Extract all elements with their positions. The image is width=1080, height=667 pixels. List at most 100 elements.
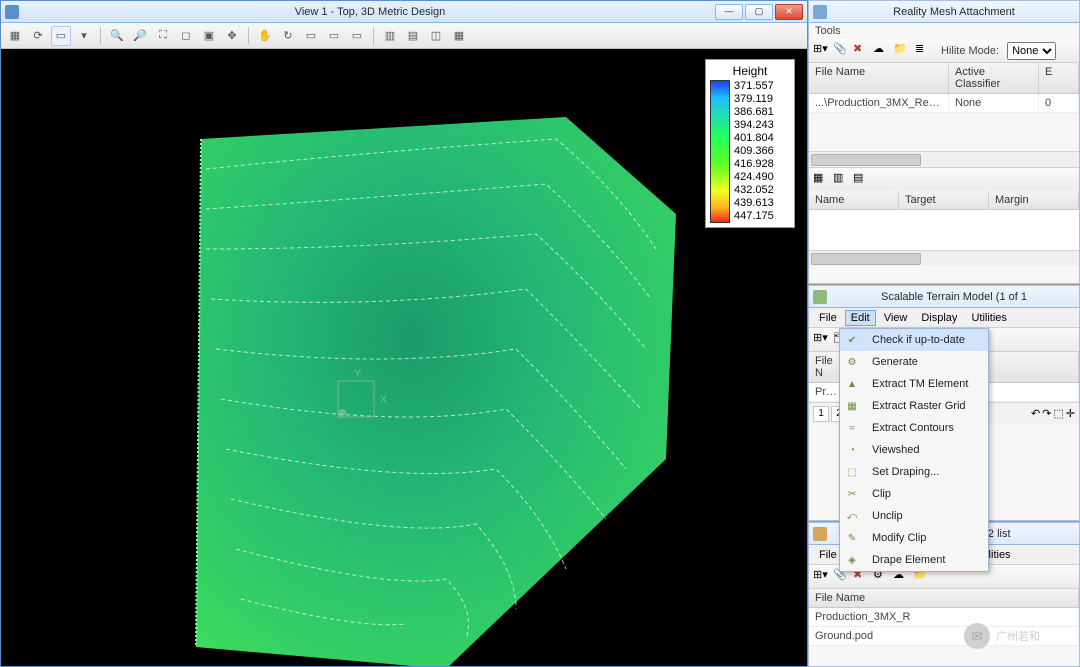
main-title: View 1 - Top, 3D Metric Design — [25, 6, 715, 18]
app-icon — [5, 5, 19, 19]
tree-icon[interactable]: ⊞▾ — [813, 331, 831, 349]
maximize-button[interactable] — [745, 4, 773, 20]
col-filename[interactable]: File Name — [809, 63, 949, 93]
terrain-mesh: Y X — [146, 99, 706, 666]
modify-clip-icon: ✎ — [844, 530, 860, 546]
zoom-window-icon[interactable]: ◻ — [176, 26, 196, 46]
hilite-select[interactable]: None — [1007, 42, 1056, 60]
grab-icon[interactable]: ✋ — [255, 26, 275, 46]
menu-file[interactable]: File — [813, 310, 843, 326]
table-row[interactable]: Ground.pod — [809, 627, 1079, 646]
tree-icon[interactable]: ⊞▾ — [813, 568, 831, 586]
refresh-icon[interactable]: ↻ — [278, 26, 298, 46]
mi-modify-clip[interactable]: ✎Modify Clip — [840, 527, 988, 549]
view-box2-icon[interactable]: ▭ — [324, 26, 344, 46]
mi-drape-element[interactable]: ◈Drape Element — [840, 549, 988, 571]
layout3-icon[interactable]: ◫ — [426, 26, 446, 46]
section-icon1[interactable]: ▦ — [813, 171, 831, 189]
height-legend: Height 371.557 379.119 386.681 394.243 4… — [705, 59, 795, 228]
folder-icon[interactable]: 📁 — [893, 42, 911, 60]
section-icon2[interactable]: ▥ — [833, 171, 851, 189]
mi-extract-raster[interactable]: ▦Extract Raster Grid — [840, 395, 988, 417]
svg-text:X: X — [380, 394, 388, 406]
rotate-tool-icon[interactable]: ⟳ — [28, 26, 48, 46]
tools-label: Tools — [809, 23, 1079, 39]
viewshed-icon: ◔ — [844, 442, 860, 458]
3d-viewport[interactable]: Y X Height 371.557 379.119 386.681 394.2… — [1, 49, 807, 666]
legend-colorbar — [710, 80, 730, 223]
pan-icon[interactable]: ✥ — [222, 26, 242, 46]
drape-icon: ◈ — [844, 552, 860, 568]
reality-grid: File Name Active Classifier E ...\Produc… — [809, 63, 1079, 113]
generate-icon: ⚙ — [844, 354, 860, 370]
mi-viewshed[interactable]: ◔Viewshed — [840, 439, 988, 461]
cloud-icon[interactable]: ☁ — [873, 42, 891, 60]
attach-icon[interactable]: 📎 — [833, 42, 851, 60]
section-icon3[interactable]: ▤ — [853, 171, 871, 189]
mi-set-draping[interactable]: ⬚Set Draping... — [840, 461, 988, 483]
mi-check-uptodate[interactable]: ✔Check if up-to-date — [840, 329, 988, 351]
tree-icon[interactable]: ⊞▾ — [813, 42, 831, 60]
mi-unclip[interactable]: ⤺Unclip — [840, 505, 988, 527]
p-icon3[interactable]: ⬚ — [1053, 407, 1063, 420]
col-name[interactable]: Name — [809, 191, 899, 209]
contours-icon: ≈ — [844, 420, 860, 436]
col-target[interactable]: Target — [899, 191, 989, 209]
panel-icon — [813, 527, 827, 541]
layers-icon[interactable]: ≣ — [915, 42, 933, 60]
main-titlebar: View 1 - Top, 3D Metric Design — [1, 1, 807, 23]
reality-mesh-panel: Reality Mesh Attachment Tools ⊞▾ 📎 ✖ ☁ 📁… — [808, 0, 1080, 284]
main-toolbar: ▦ ⟳ ▭ ▾ 🔍 🔎 ⛶ ◻ ▣ ✥ ✋ ↻ ▭ ▭ ▭ ▥ ▤ ◫ ▦ — [1, 23, 807, 49]
minimize-button[interactable] — [715, 4, 743, 20]
view-box1-icon[interactable]: ▭ — [301, 26, 321, 46]
extract-tm-icon: ▲ — [844, 376, 860, 392]
mi-extract-tm[interactable]: ▲Extract TM Element — [840, 373, 988, 395]
check-icon: ✔ — [844, 332, 860, 348]
select-tool-icon[interactable]: ▭ — [51, 26, 71, 46]
legend-values: 371.557 379.119 386.681 394.243 401.804 … — [730, 80, 774, 223]
page-1[interactable]: 1 — [813, 406, 829, 422]
table-row[interactable]: Production_3MX_R — [809, 608, 1079, 627]
layout4-icon[interactable]: ▦ — [449, 26, 469, 46]
menu-edit[interactable]: Edit — [845, 310, 876, 326]
hilite-label: Hilite Mode: — [935, 43, 1005, 59]
menu-view[interactable]: View — [878, 310, 914, 326]
col-classifier[interactable]: Active Classifier — [949, 63, 1039, 93]
col-margin[interactable]: Margin — [989, 191, 1079, 209]
layout2-icon[interactable]: ▤ — [403, 26, 423, 46]
zoom-out-icon[interactable]: 🔎 — [130, 26, 150, 46]
menu-display[interactable]: Display — [915, 310, 963, 326]
p-icon2[interactable]: ↷ — [1042, 407, 1051, 420]
legend-title: Height — [710, 64, 790, 78]
view-tool-icon[interactable]: ▦ — [5, 26, 25, 46]
zoom-fit-icon[interactable]: ⛶ — [153, 26, 173, 46]
unclip-icon: ⤺ — [844, 508, 860, 524]
delete-icon[interactable]: ✖ — [853, 42, 871, 60]
reality-toolbar: ⊞▾ 📎 ✖ ☁ 📁 ≣ Hilite Mode: None — [809, 39, 1079, 63]
view-box3-icon[interactable]: ▭ — [347, 26, 367, 46]
h-scrollbar-2[interactable] — [809, 250, 1079, 266]
dropdown-icon[interactable]: ▾ — [74, 26, 94, 46]
menu-utilities[interactable]: Utilities — [965, 310, 1012, 326]
p-icon1[interactable]: ↶ — [1031, 407, 1040, 420]
panel-icon — [813, 5, 827, 19]
zoom-extents-icon[interactable]: ▣ — [199, 26, 219, 46]
zoom-in-icon[interactable]: 🔍 — [107, 26, 127, 46]
main-view-window: View 1 - Top, 3D Metric Design ▦ ⟳ ▭ ▾ 🔍… — [0, 0, 808, 667]
panel-icon — [813, 290, 827, 304]
table-row[interactable]: ...\Production_3MX_Retouched... None 0 — [809, 94, 1079, 113]
mi-clip[interactable]: ✂Clip — [840, 483, 988, 505]
col-e[interactable]: E — [1039, 63, 1079, 93]
edit-dropdown: ✔Check if up-to-date ⚙Generate ▲Extract … — [839, 328, 989, 572]
layout1-icon[interactable]: ▥ — [380, 26, 400, 46]
pc-col-file[interactable]: File Name — [809, 589, 1079, 607]
mi-extract-contours[interactable]: ≈Extract Contours — [840, 417, 988, 439]
h-scrollbar[interactable] — [809, 151, 1079, 167]
p-icon4[interactable]: ✛ — [1066, 407, 1075, 420]
raster-icon: ▦ — [844, 398, 860, 414]
mi-generate[interactable]: ⚙Generate — [840, 351, 988, 373]
terrain-title: Scalable Terrain Model (1 of 1 — [833, 291, 1075, 303]
terrain-menubar: File Edit View Display Utilities ✔Check … — [809, 308, 1079, 328]
close-button[interactable] — [775, 4, 803, 20]
clip-icon: ✂ — [844, 486, 860, 502]
